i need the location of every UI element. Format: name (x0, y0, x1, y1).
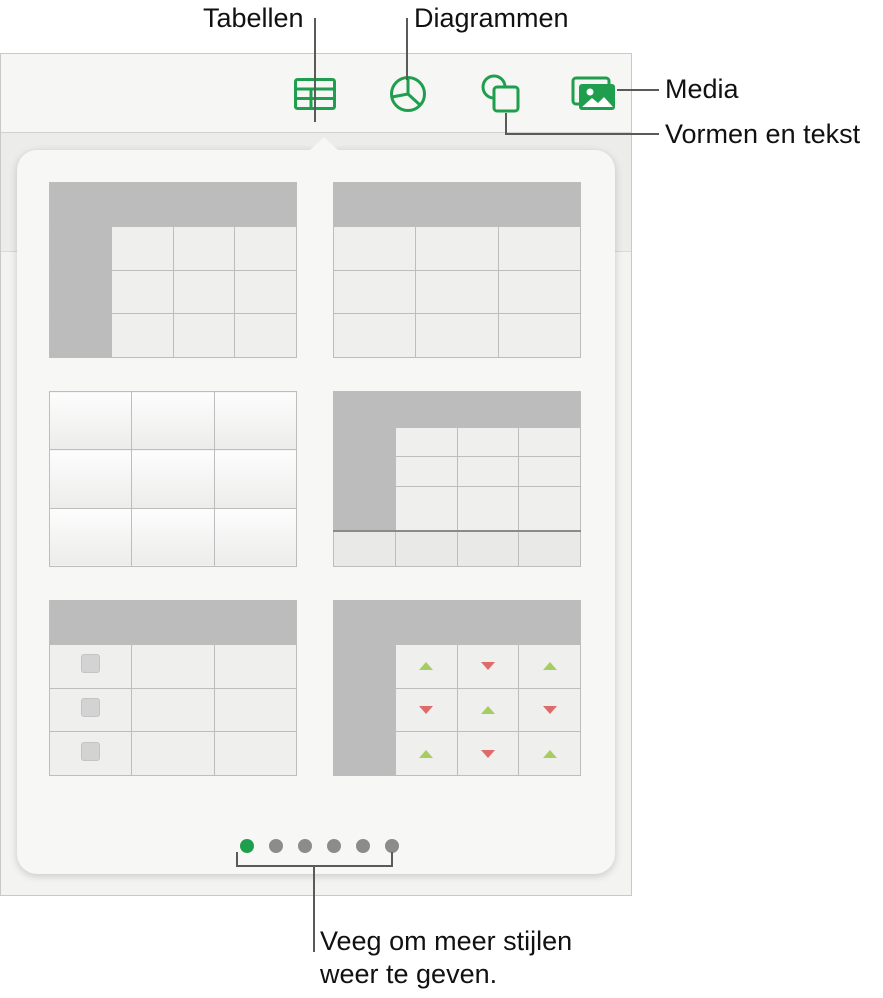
app-window (0, 53, 632, 896)
charts-leader-line (406, 18, 408, 80)
arrow-down-icon (480, 749, 495, 758)
table-style-4[interactable] (333, 391, 581, 567)
table-style-3[interactable] (48, 390, 298, 568)
swipe-leader-line (313, 866, 315, 952)
arrow-down-icon (480, 662, 495, 671)
table-style-2[interactable] (332, 182, 582, 358)
arrow-up-icon (419, 662, 434, 671)
arrow-up-icon (480, 705, 495, 714)
shapes-leader-line-horizontal (505, 133, 659, 135)
swipe-callout-line2: weer te geven. (320, 959, 498, 989)
toolbar (1, 54, 631, 133)
checkbox-icon (81, 654, 101, 674)
swipe-bracket-right (391, 852, 393, 866)
media-callout: Media (665, 74, 739, 104)
arrow-up-icon (542, 749, 557, 758)
page-indicator (240, 839, 399, 857)
arrow-up-icon (542, 662, 557, 671)
page-dot-2[interactable] (269, 839, 283, 853)
page-dot-3[interactable] (298, 839, 312, 853)
pie-chart-icon (390, 76, 426, 112)
shapes-text-callout: Vormen en tekst (665, 119, 861, 149)
checkbox-icon (81, 697, 101, 717)
popover-arrow (309, 137, 339, 151)
page-dot-6[interactable] (385, 839, 399, 853)
table-style-6[interactable] (333, 600, 581, 776)
page-dot-1[interactable] (240, 839, 254, 853)
page-dot-4[interactable] (327, 839, 341, 853)
shapes-button[interactable] (478, 72, 524, 116)
tables-leader-line (314, 18, 316, 122)
swipe-callout-line1: Veeg om meer stijlen (320, 926, 573, 956)
table-style-5[interactable] (48, 600, 298, 776)
tables-callout: Tabellen (203, 3, 304, 33)
photo-icon (571, 76, 615, 110)
table-styles-popover (17, 137, 615, 874)
charts-callout: Diagrammen (414, 3, 569, 33)
arrow-down-icon (542, 705, 557, 714)
shapes-leader-line-vertical (505, 113, 507, 135)
media-button[interactable] (571, 72, 617, 116)
charts-button[interactable] (385, 72, 431, 116)
table-style-1[interactable] (49, 182, 297, 358)
shapes-icon (481, 74, 520, 113)
media-leader-line (617, 89, 659, 91)
arrow-up-icon (419, 749, 434, 758)
checkbox-icon (81, 741, 101, 761)
page-dot-5[interactable] (356, 839, 370, 853)
arrow-down-icon (419, 705, 434, 714)
swipe-bracket-left (236, 852, 238, 866)
